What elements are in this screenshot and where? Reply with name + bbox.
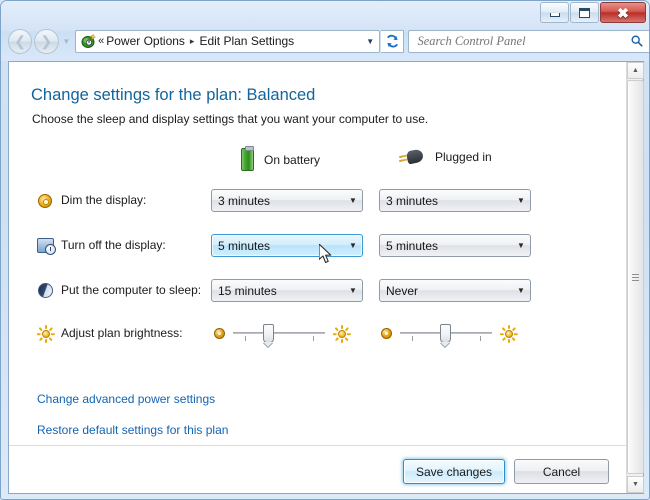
forward-button[interactable]: ❯ (34, 28, 59, 54)
chevron-down-icon: ▼ (517, 241, 525, 250)
link-change-advanced-power-settings[interactable]: Change advanced power settings (37, 392, 215, 406)
brightness-sun-icon (37, 325, 55, 343)
monitor-clock-icon (37, 237, 56, 255)
maximize-button[interactable] (570, 2, 599, 23)
bright-sun-icon (501, 324, 517, 343)
chevron-down-icon: ▼ (349, 196, 357, 205)
setting-row-sleep: Put the computer to sleep: 15 minutes ▼ … (9, 277, 627, 307)
column-header-plugged-in: Plugged in (398, 148, 492, 166)
minimize-button[interactable] (540, 2, 569, 23)
close-icon: ✖ (617, 4, 629, 21)
slider-thumb[interactable] (263, 324, 274, 343)
breadcrumb: « Power Options ▸ Edit Plan Settings (98, 34, 361, 48)
chevron-down-icon: ▼ (349, 286, 357, 295)
setting-row-brightness: Adjust plan brightness: (9, 320, 627, 350)
caret-up-icon: ▲ (632, 67, 639, 74)
button-bar-separator (9, 445, 627, 446)
refresh-button[interactable] (381, 29, 405, 53)
setting-label-dim-display: Dim the display: (61, 193, 147, 207)
setting-label-sleep: Put the computer to sleep: (61, 283, 202, 297)
cancel-button[interactable]: Cancel (514, 459, 609, 484)
page-title: Change settings for the plan: Balanced (31, 86, 316, 104)
slider-brightness-plugged-in[interactable] (381, 324, 517, 343)
chevron-down-icon: ▼ (517, 196, 525, 205)
scrollbar-grip-icon (632, 272, 639, 283)
chevron-down-icon: ▼ (517, 286, 525, 295)
power-options-window: ✖ ❮ ❯ ▼ « Power Options ▸ Edit Plan Sett… (0, 0, 650, 500)
power-plug-icon (398, 148, 425, 166)
save-changes-button[interactable]: Save changes (402, 459, 505, 484)
slider-thumb[interactable] (440, 324, 451, 343)
column-header-on-battery: On battery (241, 146, 321, 171)
combo-value: 3 minutes (218, 193, 271, 208)
navigation-bar: ❮ ❯ ▼ « Power Options ▸ Edit Plan Settin… (1, 28, 649, 54)
combo-turn-off-display-on-battery[interactable]: 5 minutes ▼ (211, 234, 363, 257)
breadcrumb-power-options[interactable]: Power Options (106, 34, 185, 48)
address-dropdown-button[interactable]: ▼ (361, 37, 379, 46)
combo-value: Never (386, 283, 419, 298)
forward-arrow-icon: ❯ (40, 33, 53, 49)
scrollbar-thumb[interactable] (627, 80, 644, 474)
chevron-down-icon: ▼ (349, 241, 357, 250)
bright-sun-icon (334, 324, 350, 343)
breadcrumb-overflow-icon[interactable]: « (98, 35, 104, 47)
settings-content: Change settings for the plan: Balanced C… (9, 62, 627, 493)
back-arrow-icon: ❮ (14, 33, 26, 49)
setting-label-brightness: Adjust plan brightness: (61, 326, 183, 340)
breadcrumb-edit-plan-settings[interactable]: Edit Plan Settings (199, 34, 294, 48)
combo-value: 5 minutes (386, 238, 439, 253)
content-pane: Change settings for the plan: Balanced C… (8, 61, 644, 494)
combo-value: 15 minutes (218, 283, 277, 298)
setting-row-dim-display: Dim the display: 3 minutes ▼ 3 minutes ▼ (9, 187, 627, 217)
combo-dim-display-on-battery[interactable]: 3 minutes ▼ (211, 189, 363, 212)
chevron-down-icon: ▼ (62, 36, 71, 46)
combo-sleep-plugged-in[interactable]: Never ▼ (379, 279, 531, 302)
maximize-icon (579, 7, 590, 18)
address-bar[interactable]: « Power Options ▸ Edit Plan Settings ▼ (75, 29, 381, 53)
scroll-up-button[interactable]: ▲ (627, 62, 644, 79)
page-subtitle: Choose the sleep and display settings th… (32, 112, 429, 126)
link-restore-default-settings[interactable]: Restore default settings for this plan (37, 423, 228, 437)
dim-display-icon (37, 192, 55, 210)
dim-dot-icon (214, 327, 225, 339)
breadcrumb-separator-icon: ▸ (189, 35, 195, 46)
back-button[interactable]: ❮ (8, 28, 33, 54)
setting-label-turn-off-display: Turn off the display: (61, 238, 166, 252)
window-controls: ✖ (540, 2, 646, 23)
column-label-plugged-in: Plugged in (435, 150, 492, 164)
power-options-icon (78, 33, 98, 49)
search-input[interactable] (415, 32, 630, 50)
combo-value: 3 minutes (386, 193, 439, 208)
search-box[interactable] (408, 29, 649, 53)
vertical-scrollbar[interactable]: ▲ ▼ (626, 62, 644, 493)
slider-brightness-on-battery[interactable] (214, 324, 350, 343)
chevron-down-icon: ▼ (366, 36, 375, 46)
moon-icon (37, 282, 55, 300)
scroll-down-button[interactable]: ▼ (627, 476, 644, 493)
combo-sleep-on-battery[interactable]: 15 minutes ▼ (211, 279, 363, 302)
search-icon (631, 35, 643, 47)
dim-dot-icon (381, 327, 392, 339)
refresh-icon (386, 34, 398, 47)
setting-row-turn-off-display: Turn off the display: 5 minutes ▼ 5 minu… (9, 232, 627, 262)
recent-pages-button[interactable]: ▼ (60, 37, 74, 46)
slider-track[interactable] (400, 324, 492, 343)
combo-value: 5 minutes (218, 238, 271, 253)
minimize-icon (549, 12, 560, 17)
caret-down-icon: ▼ (632, 481, 639, 488)
column-label-on-battery: On battery (264, 152, 321, 167)
slider-track[interactable] (233, 324, 325, 343)
battery-icon (241, 146, 254, 171)
combo-dim-display-plugged-in[interactable]: 3 minutes ▼ (379, 189, 531, 212)
combo-turn-off-display-plugged-in[interactable]: 5 minutes ▼ (379, 234, 531, 257)
close-button[interactable]: ✖ (600, 2, 646, 23)
button-bar: Save changes Cancel (402, 459, 609, 484)
